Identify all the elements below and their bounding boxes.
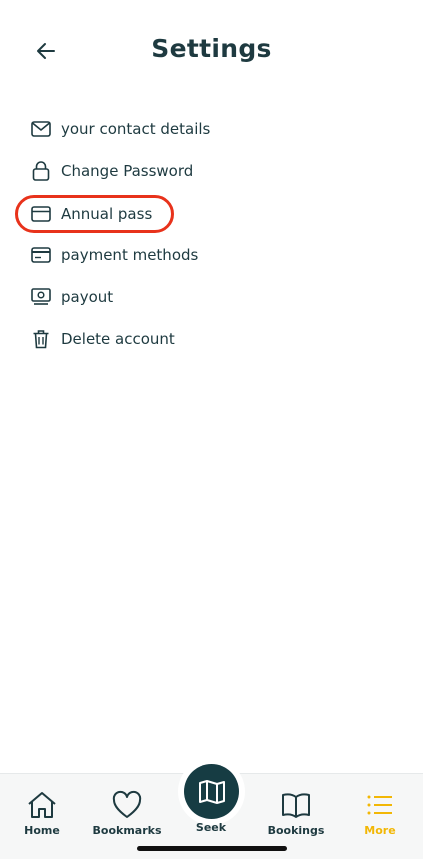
menu-item-label: Delete account xyxy=(61,330,175,348)
menu-item-change-password[interactable]: Change Password xyxy=(30,154,390,188)
list-menu-icon xyxy=(367,795,392,815)
menu-item-label: payout xyxy=(61,288,114,306)
menu-item-delete-account[interactable]: Delete account xyxy=(30,322,390,356)
menu-item-payout[interactable]: payout xyxy=(30,280,390,314)
menu-item-annual-pass[interactable]: Annual pass xyxy=(30,197,390,231)
tab-label: Bookmarks xyxy=(92,824,162,837)
menu-item-contact-details[interactable]: your contact details xyxy=(30,112,390,146)
seek-label: Seek xyxy=(195,821,227,834)
menu-item-label: payment methods xyxy=(61,246,199,264)
card-icon xyxy=(30,203,52,225)
menu-item-payment-methods[interactable]: payment methods xyxy=(30,238,390,272)
tab-label: More xyxy=(364,824,396,837)
heart-icon xyxy=(112,790,142,818)
cash-icon xyxy=(30,286,52,308)
page-title: Settings xyxy=(151,34,272,63)
trash-icon xyxy=(30,328,52,350)
lock-icon xyxy=(30,160,52,182)
tab-home[interactable]: Home xyxy=(2,790,82,842)
credit-card-icon xyxy=(30,244,52,266)
home-icon xyxy=(28,792,56,818)
tab-bookmarks[interactable]: Bookmarks xyxy=(87,790,167,842)
tab-seek[interactable] xyxy=(184,764,239,819)
home-indicator xyxy=(137,846,287,851)
header: Settings xyxy=(0,0,423,100)
open-book-icon xyxy=(282,793,310,818)
menu-item-label: your contact details xyxy=(61,120,211,138)
tab-label: Bookings xyxy=(267,824,325,837)
tab-more[interactable]: More xyxy=(340,790,420,842)
tab-bookings[interactable]: Bookings xyxy=(256,790,336,842)
envelope-icon xyxy=(30,118,52,140)
menu-item-label: Change Password xyxy=(61,162,194,180)
tab-label: Home xyxy=(24,824,60,837)
menu-item-label: Annual pass xyxy=(61,205,153,223)
map-icon xyxy=(198,779,225,804)
